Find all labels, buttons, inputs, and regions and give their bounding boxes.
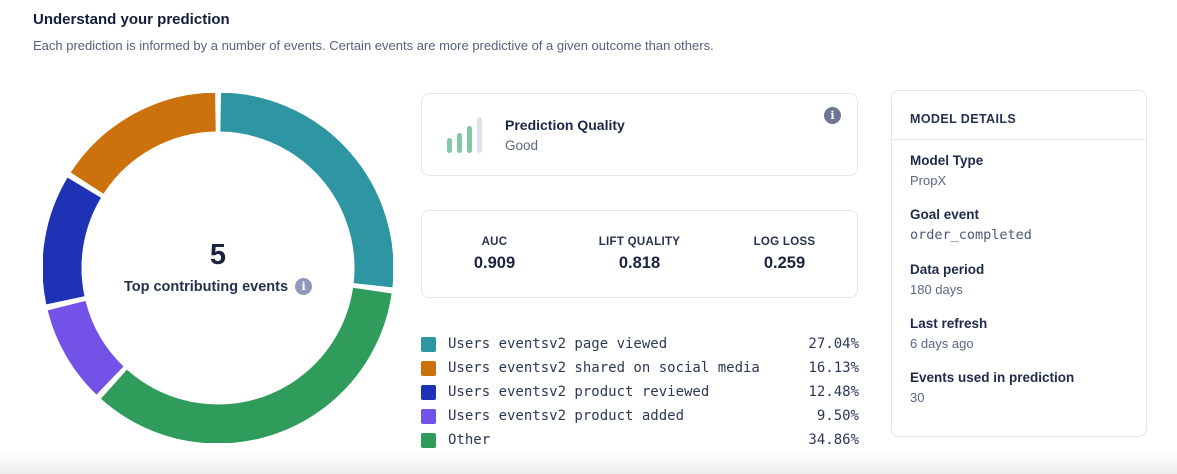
metric: AUC 0.909	[422, 236, 567, 273]
understand-prediction-panel: Understand your prediction Each predicti…	[0, 0, 1177, 474]
model-details-body: Model Type PropX Goal event order_completed…	[892, 140, 1146, 405]
prediction-quality-value: Good	[505, 138, 625, 153]
legend-swatch	[421, 337, 436, 352]
legend-item: Users eventsv2 product added9.50%	[421, 404, 859, 428]
detail-label: Events used in prediction	[910, 370, 1128, 385]
prediction-quality-title: Prediction Quality	[505, 117, 625, 133]
metric-value: 0.259	[712, 254, 857, 273]
legend-label: Users eventsv2 product added	[448, 408, 817, 424]
metric-label: AUC	[422, 236, 567, 248]
info-icon[interactable]: i	[295, 278, 312, 295]
legend-percent: 16.13%	[808, 360, 859, 376]
legend-swatch	[421, 361, 436, 376]
donut-legend: Users eventsv2 page viewed27.04%Users ev…	[421, 332, 859, 452]
detail-label: Model Type	[910, 153, 1128, 168]
bottom-fade	[0, 452, 1177, 474]
contributing-events-donut: 5 Top contributing events i	[43, 93, 393, 443]
model-detail-item: Goal event order_completed	[910, 207, 1128, 243]
legend-item: Users eventsv2 product reviewed12.48%	[421, 380, 859, 404]
detail-label: Data period	[910, 262, 1128, 277]
metric-value: 0.909	[422, 254, 567, 273]
legend-label: Users eventsv2 shared on social media	[448, 360, 808, 376]
model-details-card: MODEL DETAILS Model Type PropX Goal event o…	[891, 90, 1147, 437]
legend-item: Other34.86%	[421, 428, 859, 452]
page-subtitle: Each prediction is informed by a number …	[33, 38, 714, 53]
info-icon[interactable]: i	[824, 107, 841, 124]
legend-percent: 12.48%	[808, 384, 859, 400]
metric: LOG LOSS 0.259	[712, 236, 857, 273]
metric-label: LIFT QUALITY	[567, 236, 712, 248]
legend-percent: 27.04%	[808, 336, 859, 352]
legend-swatch	[421, 385, 436, 400]
detail-value: 6 days ago	[910, 336, 1128, 351]
model-detail-item: Last refresh 6 days ago	[910, 316, 1128, 351]
legend-swatch	[421, 433, 436, 448]
bar-chart-icon	[447, 117, 482, 153]
legend-percent: 9.50%	[817, 408, 859, 424]
metric-label: LOG LOSS	[712, 236, 857, 248]
legend-item: Users eventsv2 shared on social media16.…	[421, 356, 859, 380]
prediction-quality-text: Prediction Quality Good	[505, 117, 625, 153]
detail-value: PropX	[910, 173, 1128, 188]
model-detail-item: Model Type PropX	[910, 153, 1128, 188]
model-detail-item: Events used in prediction 30	[910, 370, 1128, 405]
metric-value: 0.818	[567, 254, 712, 273]
donut-chart-svg	[43, 93, 393, 443]
model-detail-item: Data period 180 days	[910, 262, 1128, 297]
legend-label: Users eventsv2 product reviewed	[448, 384, 808, 400]
detail-label: Goal event	[910, 207, 1128, 222]
prediction-quality-card: Prediction Quality Good i	[421, 93, 858, 176]
detail-value: order_completed	[910, 227, 1128, 243]
metric: LIFT QUALITY 0.818	[567, 236, 712, 273]
model-metrics-card: AUC 0.909LIFT QUALITY 0.818LOG LOSS 0.259	[421, 210, 858, 298]
legend-percent: 34.86%	[808, 432, 859, 448]
legend-label: Other	[448, 432, 808, 448]
detail-label: Last refresh	[910, 316, 1128, 331]
detail-value: 180 days	[910, 282, 1128, 297]
model-details-header: MODEL DETAILS	[892, 91, 1146, 140]
page-title: Understand your prediction	[33, 11, 230, 28]
legend-item: Users eventsv2 page viewed27.04%	[421, 332, 859, 356]
legend-label: Users eventsv2 page viewed	[448, 336, 808, 352]
legend-swatch	[421, 409, 436, 424]
detail-value: 30	[910, 390, 1128, 405]
